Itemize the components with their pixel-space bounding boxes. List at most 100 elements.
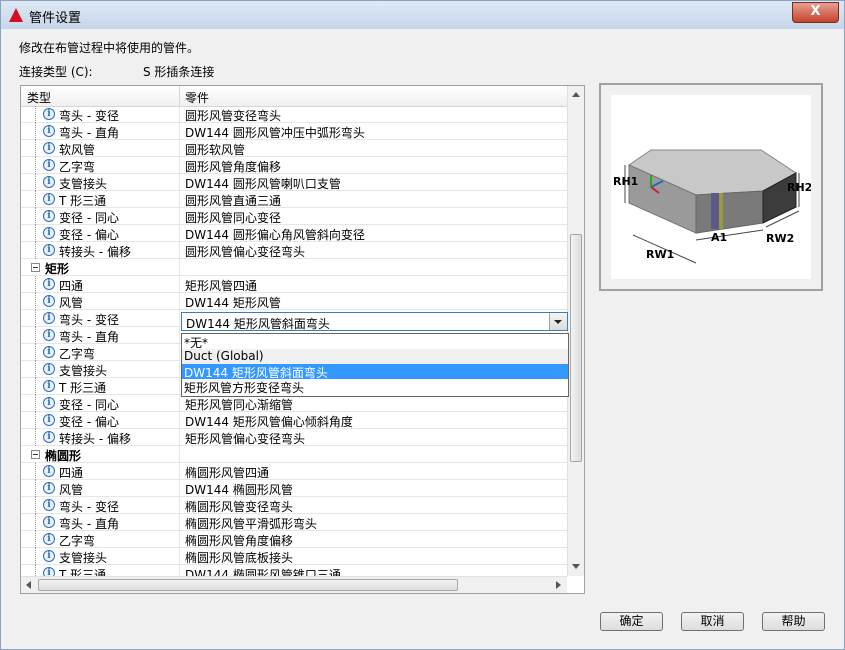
row-part-value[interactable]: DW144 椭圆形风管 bbox=[185, 481, 293, 498]
cancel-button[interactable]: 取消 bbox=[681, 612, 744, 631]
row-type-label: 弯头 - 直角 bbox=[59, 126, 119, 140]
scroll-up-arrow-icon[interactable] bbox=[572, 92, 580, 97]
row-type-label: 弯头 - 直角 bbox=[59, 517, 119, 531]
part-combobox[interactable]: DW144 矩形风管斜面弯头 bbox=[181, 312, 568, 331]
row-type-label: 四通 bbox=[59, 279, 84, 293]
table-row[interactable]: i T 形三通 DW144 椭圆形风管锥口三通 bbox=[21, 565, 567, 576]
row-type-label: 变径 - 偏心 bbox=[59, 415, 119, 429]
table-row[interactable]: i 弯头 - 直角 椭圆形风管平滑弧形弯头 bbox=[21, 514, 567, 531]
table-row[interactable]: i 弯头 - 直角 DW144 圆形风管冲压中弧形弯头 bbox=[21, 123, 567, 140]
help-button[interactable]: 帮助 bbox=[762, 612, 825, 631]
row-part-value[interactable]: DW144 圆形风管冲压中弧形弯头 bbox=[185, 124, 365, 141]
table-row[interactable]: i 变径 - 偏心 DW144 圆形偏心角风管斜向变径 bbox=[21, 225, 567, 242]
dropdown-option[interactable]: 矩形风管方形变径弯头 bbox=[182, 379, 568, 395]
row-part-value[interactable]: 圆形风管直通三通 bbox=[185, 192, 281, 209]
table-row[interactable]: i 变径 - 同心 矩形风管同心渐缩管 bbox=[21, 395, 567, 412]
tree-line bbox=[35, 327, 37, 344]
tree-line bbox=[35, 531, 37, 548]
dropdown-option[interactable]: Duct (Global) bbox=[182, 349, 568, 364]
table-row[interactable]: i 转接头 - 偏移 矩形风管偏心变径弯头 bbox=[21, 429, 567, 446]
connection-type-value[interactable]: S 形插条连接 bbox=[143, 63, 214, 80]
row-part-value[interactable]: 圆形风管角度偏移 bbox=[185, 158, 281, 175]
row-part-value[interactable]: 椭圆形风管变径弯头 bbox=[185, 498, 293, 515]
row-part-value[interactable]: 椭圆形风管角度偏移 bbox=[185, 532, 293, 549]
row-part-value[interactable]: 椭圆形风管平滑弧形弯头 bbox=[185, 515, 317, 532]
window-title: 管件设置 bbox=[29, 11, 82, 26]
info-icon: i bbox=[43, 295, 55, 307]
collapse-toggle-icon[interactable] bbox=[31, 263, 40, 272]
row-part-value[interactable]: DW144 矩形风管偏心倾斜角度 bbox=[185, 413, 353, 430]
row-part-value[interactable]: 矩形风管四通 bbox=[185, 277, 257, 294]
tree-line bbox=[35, 344, 37, 361]
category-row[interactable]: 矩形 bbox=[21, 259, 567, 276]
info-icon: i bbox=[43, 414, 55, 426]
table-row[interactable]: i 弯头 - 变径 椭圆形风管变径弯头 bbox=[21, 497, 567, 514]
row-part-value[interactable]: 圆形风管变径弯头 bbox=[185, 107, 281, 124]
duct-elbow-preview-image: RH1 RH2 RW1 RW2 A1 bbox=[613, 149, 812, 264]
dropdown-option[interactable]: DW144 矩形风管斜面弯头 bbox=[182, 364, 568, 380]
vertical-scrollbar[interactable] bbox=[567, 86, 584, 576]
table-row[interactable]: i 支管接头 椭圆形风管底板接头 bbox=[21, 548, 567, 565]
collapse-toggle-icon[interactable] bbox=[31, 450, 40, 459]
table-row[interactable]: i T 形三通 圆形风管直通三通 bbox=[21, 191, 567, 208]
table-row[interactable]: i 变径 - 同心 圆形风管同心变径 bbox=[21, 208, 567, 225]
row-type-label: 转接头 - 偏移 bbox=[59, 432, 131, 446]
table-row[interactable]: i 四通 椭圆形风管四通 bbox=[21, 463, 567, 480]
dropdown-option[interactable]: *无* bbox=[182, 334, 568, 350]
row-type-label: 变径 - 偏心 bbox=[59, 228, 119, 242]
table-row[interactable]: i 四通 矩形风管四通 bbox=[21, 276, 567, 293]
horizontal-scrollbar[interactable] bbox=[21, 576, 567, 593]
table-row[interactable]: i 乙字弯 椭圆形风管角度偏移 bbox=[21, 531, 567, 548]
chevron-down-icon[interactable] bbox=[549, 313, 567, 330]
row-part-value[interactable]: 矩形风管同心渐缩管 bbox=[185, 396, 293, 413]
row-type-label: 矩形 bbox=[45, 262, 70, 276]
info-icon: i bbox=[43, 516, 55, 528]
scroll-left-arrow-icon[interactable] bbox=[26, 581, 31, 589]
table-row[interactable]: i 支管接头 DW144 圆形风管喇叭口支管 bbox=[21, 174, 567, 191]
table-row[interactable]: i 风管 DW144 椭圆形风管 bbox=[21, 480, 567, 497]
connection-type-label: 连接类型 (C): bbox=[19, 65, 93, 79]
dropdown-option-label: 矩形风管方形变径弯头 bbox=[184, 381, 305, 395]
info-icon: i bbox=[43, 363, 55, 375]
row-part-value[interactable]: 椭圆形风管底板接头 bbox=[185, 549, 293, 566]
table-header: 类型 零件 bbox=[21, 86, 567, 107]
tree-line bbox=[35, 497, 37, 514]
row-part-value[interactable]: DW144 椭圆形风管锥口三通 bbox=[185, 566, 341, 576]
category-row[interactable]: 椭圆形 bbox=[21, 446, 567, 463]
row-part-value[interactable]: 椭圆形风管四通 bbox=[185, 464, 269, 481]
row-part-value[interactable]: 圆形风管偏心变径弯头 bbox=[185, 243, 305, 260]
info-icon: i bbox=[43, 397, 55, 409]
row-part-value[interactable]: DW144 圆形偏心角风管斜向变径 bbox=[185, 226, 365, 243]
table-row[interactable]: i 软风管 圆形软风管 bbox=[21, 140, 567, 157]
table-row[interactable]: i 乙字弯 圆形风管角度偏移 bbox=[21, 157, 567, 174]
preview-panel: RH1 RH2 RW1 RW2 A1 bbox=[599, 83, 823, 291]
scroll-down-arrow-icon[interactable] bbox=[572, 564, 580, 569]
ok-button[interactable]: 确定 bbox=[600, 612, 663, 631]
horizontal-scroll-thumb[interactable] bbox=[38, 579, 458, 591]
table-row[interactable]: i 转接头 - 偏移 圆形风管偏心变径弯头 bbox=[21, 242, 567, 259]
row-type-label: 软风管 bbox=[59, 143, 96, 157]
table-row[interactable]: i 变径 - 偏心 DW144 矩形风管偏心倾斜角度 bbox=[21, 412, 567, 429]
scroll-right-arrow-icon[interactable] bbox=[556, 581, 561, 589]
row-part-value[interactable]: DW144 矩形风管 bbox=[185, 294, 281, 311]
column-header-type[interactable]: 类型 bbox=[27, 89, 51, 106]
title-bar: 管件设置 X bbox=[1, 1, 844, 29]
tree-line bbox=[35, 548, 37, 565]
row-part-value[interactable]: DW144 圆形风管喇叭口支管 bbox=[185, 175, 341, 192]
row-type-label: 乙字弯 bbox=[59, 160, 96, 174]
close-button[interactable]: X bbox=[792, 2, 839, 23]
vertical-scroll-thumb[interactable] bbox=[570, 234, 582, 462]
tree-line bbox=[35, 123, 37, 140]
info-icon: i bbox=[43, 499, 55, 511]
tree-line bbox=[35, 395, 37, 412]
info-icon: i bbox=[43, 278, 55, 290]
column-header-part[interactable]: 零件 bbox=[185, 89, 209, 106]
table-row[interactable]: i 弯头 - 变径 圆形风管变径弯头 bbox=[21, 106, 567, 123]
rw2-label: RW2 bbox=[766, 232, 794, 245]
row-part-value[interactable]: 矩形风管偏心变径弯头 bbox=[185, 430, 305, 447]
autocad-logo-icon bbox=[9, 8, 23, 22]
row-part-value[interactable]: 圆形风管同心变径 bbox=[185, 209, 281, 226]
row-type-label: 支管接头 bbox=[59, 551, 108, 565]
row-part-value[interactable]: 圆形软风管 bbox=[185, 141, 245, 158]
table-row[interactable]: i 风管 DW144 矩形风管 bbox=[21, 293, 567, 310]
